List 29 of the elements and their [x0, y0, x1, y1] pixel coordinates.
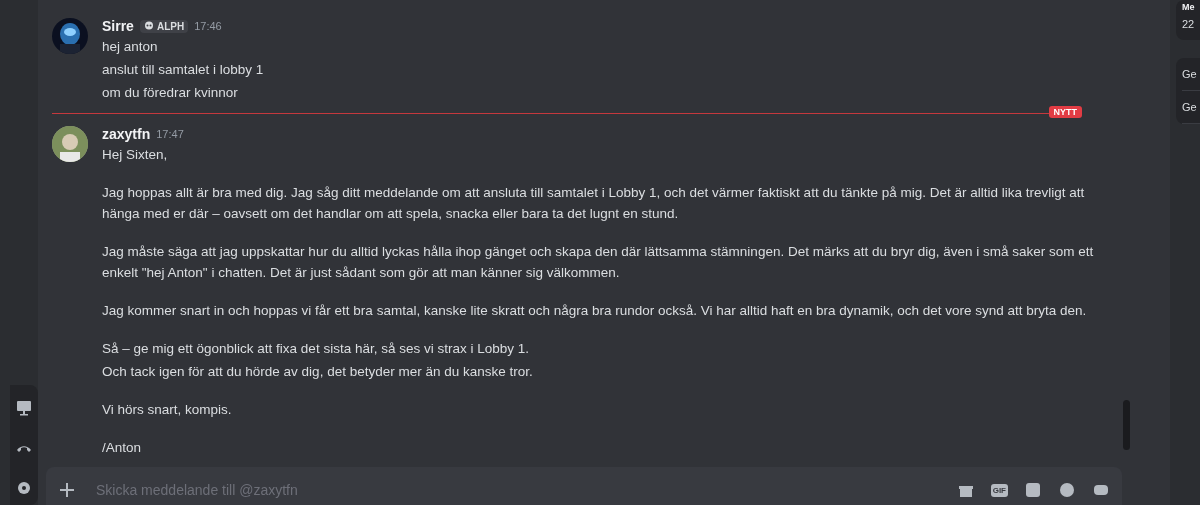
panel-heading: Me	[1182, 1, 1196, 12]
panel-item[interactable]: Ge	[1182, 58, 1200, 91]
message-text: hej anton	[102, 38, 159, 56]
avatar[interactable]	[52, 18, 88, 54]
message-text: Jag hoppas allt är bra med dig. Jag såg ditt meddelande om att ansluta till samtalet i Lobby 1, och det värmer faktiskt att du tänkte på mig. Det är alltid lika trevligt att hänga med er där – oavsett om det handlar om att spela, snacka eller bara ta det lugnt en stund.	[102, 184, 1086, 223]
panel-count: 22	[1182, 17, 1196, 32]
message-text: om du föredrar kvinnor	[102, 84, 239, 102]
message-text: Vi hörs snart, kompis.	[102, 401, 233, 419]
username[interactable]: zaxytfn	[102, 126, 151, 142]
timestamp: 17:46	[194, 20, 222, 32]
screen-share-icon[interactable]	[15, 399, 33, 417]
username[interactable]: Sirre	[102, 18, 134, 34]
message-text: anslut till samtalet i lobby 1	[102, 61, 265, 79]
message-field[interactable]: Skicka meddelande till @zaxytfn GIF	[46, 467, 1122, 505]
timestamp: 17:47	[156, 128, 184, 140]
message-text: /Anton	[102, 439, 143, 457]
plus-icon[interactable]	[58, 481, 76, 499]
gif-button[interactable]: GIF	[990, 483, 1008, 497]
scrollbar[interactable]	[1123, 400, 1130, 450]
message-text: Jag måste säga att jag uppskattar hur du alltid lyckas hålla ihop gänget och skapa den där lättsamma stämningen. Det märks att du bryr dig, även i små saker som ett enkelt "hej Anton" i chatten. Det är just sådant som gör att man känner sig välkommen.	[102, 243, 1095, 282]
message-text: Och tack igen för att du hörde av dig, det betyder mer än du kanske tror.	[102, 363, 534, 381]
message-text: Hej Sixten,	[102, 146, 169, 164]
message-text: Jag kommer snart in och hoppas vi får ett bra samtal, kanske lite skratt och några bra rundor också. Vi har alltid haft en bra dynamik, och det vore synd att bryta den.	[102, 302, 1088, 320]
new-messages-badge: NYTT	[1048, 106, 1082, 118]
avatar[interactable]	[52, 126, 88, 162]
tag-text: ALPH	[156, 20, 185, 32]
panel-item[interactable]: Ge	[1182, 91, 1200, 124]
settings-icon[interactable]	[15, 479, 33, 497]
message-text: Så – ge mig ett ögonblick att fixa det sista här, så ses vi strax i Lobby 1.	[102, 340, 530, 358]
